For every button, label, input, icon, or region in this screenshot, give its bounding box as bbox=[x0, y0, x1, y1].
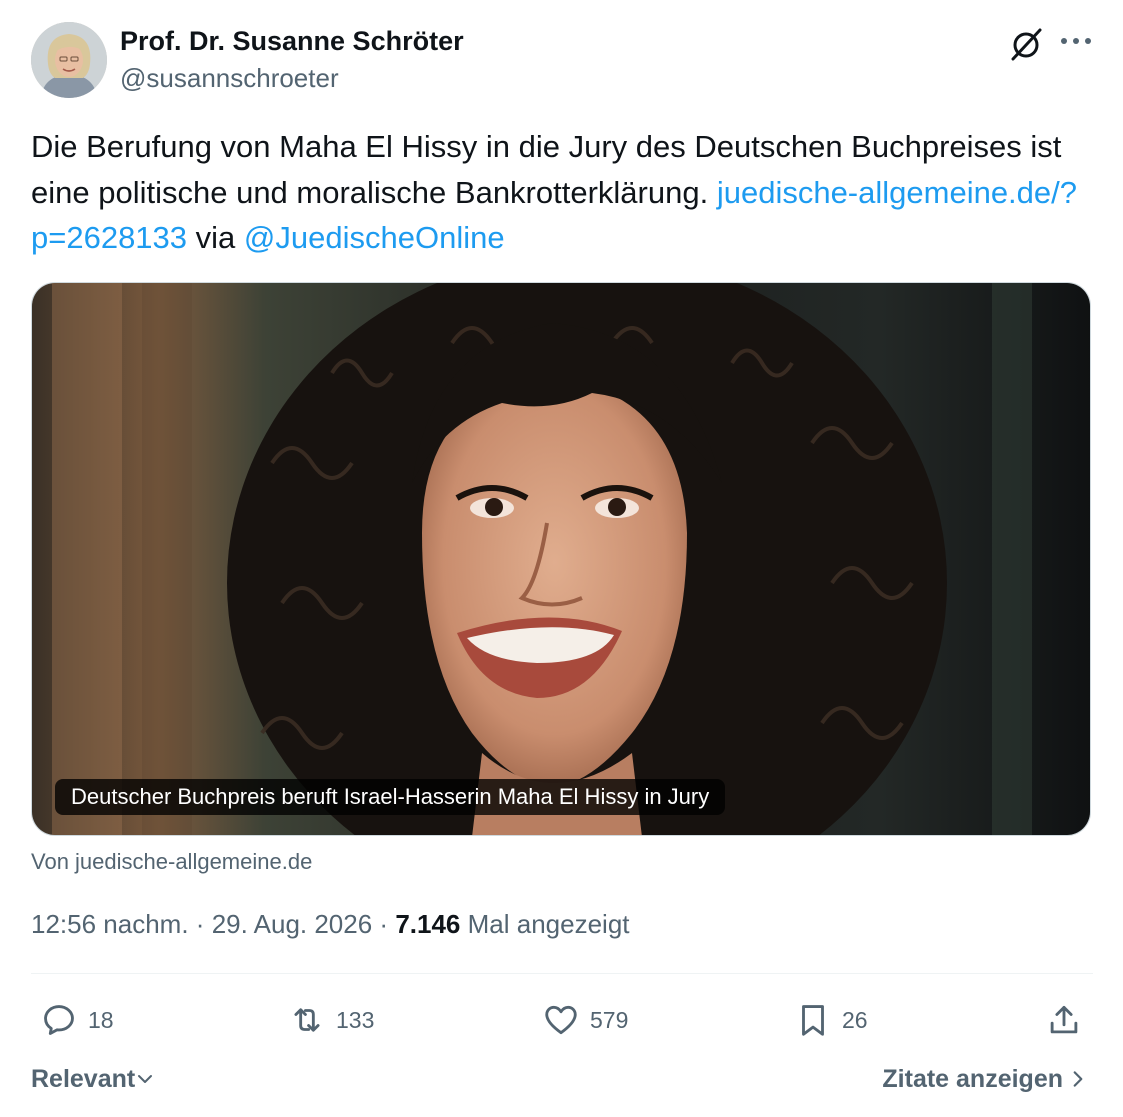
reply-count: 18 bbox=[88, 1006, 114, 1033]
via-text: via bbox=[195, 220, 236, 255]
tweet-date[interactable]: 29. Aug. 2026 bbox=[212, 909, 372, 939]
views-count: 7.146 bbox=[395, 909, 461, 939]
avatar[interactable] bbox=[31, 22, 107, 98]
share-icon bbox=[1050, 1005, 1078, 1034]
author-handle[interactable]: @susannschroeter bbox=[120, 62, 339, 94]
sort-dropdown[interactable]: Relevant bbox=[31, 1062, 155, 1096]
quotes-label: Zitate anzeigen bbox=[882, 1065, 1063, 1093]
chevron-down-icon bbox=[138, 1075, 153, 1083]
bookmark-icon bbox=[802, 1005, 824, 1036]
views-label: Mal angezeigt bbox=[467, 909, 630, 939]
like-count: 579 bbox=[590, 1006, 629, 1033]
sort-label: Relevant bbox=[31, 1065, 136, 1093]
author-name[interactable]: Prof. Dr. Susanne Schröter bbox=[120, 24, 464, 58]
reply-button[interactable]: 18 bbox=[40, 998, 114, 1042]
divider bbox=[31, 973, 1093, 974]
chevron-right-icon bbox=[1073, 1071, 1083, 1087]
repost-button[interactable]: 133 bbox=[288, 998, 374, 1042]
grok-icon[interactable] bbox=[1006, 24, 1046, 64]
more-icon[interactable] bbox=[1056, 24, 1096, 58]
card-source[interactable]: Von juedische-allgemeine.de bbox=[31, 848, 312, 876]
bookmark-count: 26 bbox=[842, 1006, 868, 1033]
mention-link[interactable]: @JuedischeOnline bbox=[244, 220, 505, 255]
card-photo bbox=[32, 283, 1090, 835]
view-quotes-link[interactable]: Zitate anzeigen bbox=[882, 1062, 1089, 1096]
meta-separator: · bbox=[379, 909, 389, 939]
repost-icon bbox=[294, 1008, 320, 1032]
avatar-image bbox=[31, 22, 107, 98]
reply-icon bbox=[44, 1005, 74, 1035]
share-button[interactable] bbox=[1045, 998, 1083, 1042]
tweet-text: Die Berufung von Maha El Hissy in die Ju… bbox=[31, 124, 1095, 261]
link-card[interactable]: Deutscher Buchpreis beruft Israel-Hasser… bbox=[31, 282, 1091, 836]
tweet-time[interactable]: 12:56 nachm. bbox=[31, 909, 189, 939]
like-button[interactable]: 579 bbox=[542, 998, 628, 1042]
card-caption: Deutscher Buchpreis beruft Israel-Hasser… bbox=[55, 779, 726, 815]
bookmark-button[interactable]: 26 bbox=[794, 998, 868, 1042]
repost-count: 133 bbox=[336, 1006, 375, 1033]
like-icon bbox=[545, 1005, 577, 1035]
tweet-meta: 12:56 nachm. · 29. Aug. 2026 · 7.146 Mal… bbox=[31, 906, 630, 942]
meta-separator: · bbox=[195, 909, 205, 939]
